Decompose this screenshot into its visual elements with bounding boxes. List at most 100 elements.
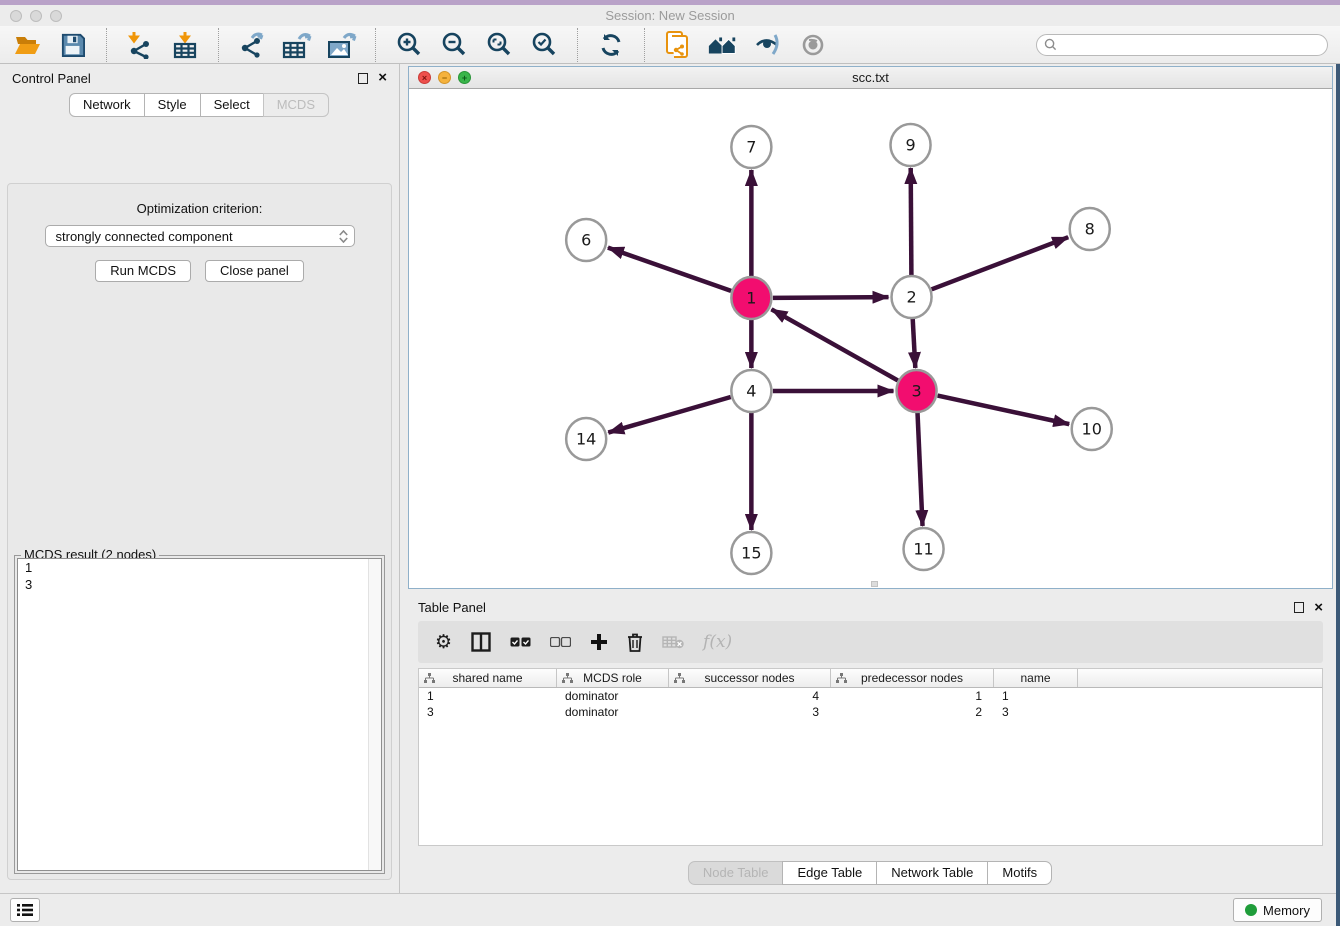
graph-edge-3-11[interactable] — [918, 412, 923, 526]
node-table[interactable]: shared nameMCDS rolesuccessor nodes prede… — [418, 668, 1323, 846]
hide-selected-button[interactable] — [752, 29, 784, 61]
split-panel-icon[interactable] — [471, 630, 491, 654]
close-panel-icon[interactable]: × — [1314, 603, 1323, 613]
zoom-selected-button[interactable] — [528, 29, 560, 61]
titlebar: Session: New Session — [0, 5, 1340, 26]
tab-network-table[interactable]: Network Table — [876, 861, 988, 885]
float-panel-icon[interactable] — [358, 73, 368, 84]
export-image-icon — [327, 31, 357, 59]
export-network-button[interactable] — [236, 29, 268, 61]
memory-button[interactable]: Memory — [1233, 898, 1322, 922]
table-cell: dominator — [557, 689, 669, 703]
select-all-columns-icon[interactable] — [510, 630, 531, 654]
tab-style[interactable]: Style — [144, 93, 201, 117]
tab-edge-table[interactable]: Edge Table — [782, 861, 877, 885]
delete-column-icon[interactable] — [627, 630, 643, 654]
save-session-button[interactable] — [57, 29, 89, 61]
function-builder-icon[interactable]: f(x) — [703, 630, 732, 654]
column-header-shared-name[interactable]: shared name — [419, 669, 557, 687]
graph-node-9[interactable]: 9 — [891, 124, 931, 166]
search-area — [1036, 34, 1328, 56]
export-image-button[interactable] — [326, 29, 358, 61]
mcds-result-list[interactable]: 13 — [17, 558, 382, 871]
column-header-mcds-role[interactable]: MCDS role — [557, 669, 669, 687]
add-column-icon[interactable] — [590, 630, 608, 654]
import-table-button[interactable] — [169, 29, 201, 61]
graph-node-15[interactable]: 15 — [731, 532, 771, 574]
toolbar-separator — [577, 28, 578, 62]
zoom-out-icon — [440, 31, 468, 59]
close-panel-icon[interactable]: × — [378, 73, 387, 83]
optimization-criterion-label: Optimization criterion: — [8, 201, 391, 216]
graph-edge-2-3[interactable] — [913, 318, 916, 368]
column-header-successor-nodes[interactable]: successor nodes — [669, 669, 831, 687]
graph-node-2[interactable]: 2 — [892, 276, 932, 318]
zoom-out-button[interactable] — [438, 29, 470, 61]
graph-node-label: 11 — [913, 540, 933, 559]
graph-edge-1-6[interactable] — [608, 248, 731, 291]
right-column: × − + scc.txt 7968124314101511 Table Pan… — [400, 64, 1340, 893]
search-field[interactable] — [1036, 34, 1328, 56]
graph-node-14[interactable]: 14 — [566, 418, 606, 460]
network-window-title: scc.txt — [409, 70, 1332, 85]
table-cell: 3 — [669, 705, 831, 719]
graph-node-3[interactable]: 3 — [897, 370, 937, 412]
scrollbar-track[interactable] — [368, 559, 381, 870]
clone-network-button[interactable] — [662, 29, 694, 61]
table-row[interactable]: 3dominator323 — [419, 704, 1322, 720]
graph-edge-2-9[interactable] — [911, 168, 912, 276]
tab-select[interactable]: Select — [200, 93, 264, 117]
delete-table-icon[interactable] — [662, 630, 684, 654]
export-table-button[interactable] — [281, 29, 313, 61]
tab-mcds[interactable]: MCDS — [263, 93, 329, 117]
table-row[interactable]: 1dominator411 — [419, 688, 1322, 704]
application-window: Session: New Session — [0, 0, 1340, 926]
graph-node-11[interactable]: 11 — [904, 528, 944, 570]
table-settings-icon[interactable]: ⚙ — [435, 630, 452, 654]
table-cell: 1 — [831, 689, 994, 703]
graph-node-10[interactable]: 10 — [1072, 408, 1112, 450]
tab-network[interactable]: Network — [69, 93, 145, 117]
canvas-resize-grip[interactable] — [871, 581, 878, 587]
graph-edge-3-1[interactable] — [771, 309, 897, 380]
open-session-button[interactable] — [12, 29, 44, 61]
graph-node-4[interactable]: 4 — [731, 370, 771, 412]
network-graph[interactable]: 7 9 6 8 1 2 4 3 14 10 15 11 — [409, 89, 1332, 588]
network-canvas[interactable]: 7 9 6 8 1 2 4 3 14 10 15 11 — [409, 89, 1332, 588]
memory-status-icon — [1245, 904, 1257, 916]
export-table-icon — [282, 31, 312, 59]
show-all-button[interactable] — [707, 29, 739, 61]
graph-node-1[interactable]: 1 — [731, 277, 771, 319]
table-panel: Table Panel × ⚙ — [408, 594, 1333, 893]
tab-motifs[interactable]: Motifs — [987, 861, 1052, 885]
column-label: predecessor nodes — [861, 671, 963, 685]
result-item: 1 — [18, 559, 381, 576]
graph-edge-3-10[interactable] — [938, 396, 1070, 425]
float-panel-icon[interactable] — [1294, 602, 1304, 613]
graph-edge-4-14[interactable] — [608, 397, 730, 433]
import-network-button[interactable] — [124, 29, 156, 61]
houses-icon — [707, 33, 739, 57]
zoom-fit-button[interactable] — [483, 29, 515, 61]
graph-node-label: 8 — [1085, 220, 1095, 239]
column-type-icon — [674, 673, 685, 684]
task-history-button[interactable] — [10, 898, 40, 922]
run-mcds-button[interactable]: Run MCDS — [95, 260, 191, 282]
graph-edge-1-2[interactable] — [773, 297, 889, 298]
search-input[interactable] — [1057, 38, 1327, 52]
criterion-select[interactable]: strongly connected component — [45, 225, 355, 247]
zoom-in-button[interactable] — [393, 29, 425, 61]
deselect-all-columns-icon[interactable] — [550, 630, 571, 654]
show-hidden-button[interactable] — [797, 29, 829, 61]
graph-node-7[interactable]: 7 — [731, 126, 771, 168]
tab-node-table[interactable]: Node Table — [688, 861, 784, 885]
table-cell: 2 — [831, 705, 994, 719]
graph-node-6[interactable]: 6 — [566, 219, 606, 261]
graph-node-8[interactable]: 8 — [1070, 208, 1110, 250]
column-header-predecessor-nodes[interactable]: predecessor nodes — [831, 669, 994, 687]
column-header-name[interactable]: name — [994, 669, 1078, 687]
close-panel-button[interactable]: Close panel — [205, 260, 304, 282]
apply-layout-button[interactable] — [595, 29, 627, 61]
graph-node-label: 7 — [746, 138, 756, 157]
graph-edge-2-8[interactable] — [932, 237, 1069, 289]
